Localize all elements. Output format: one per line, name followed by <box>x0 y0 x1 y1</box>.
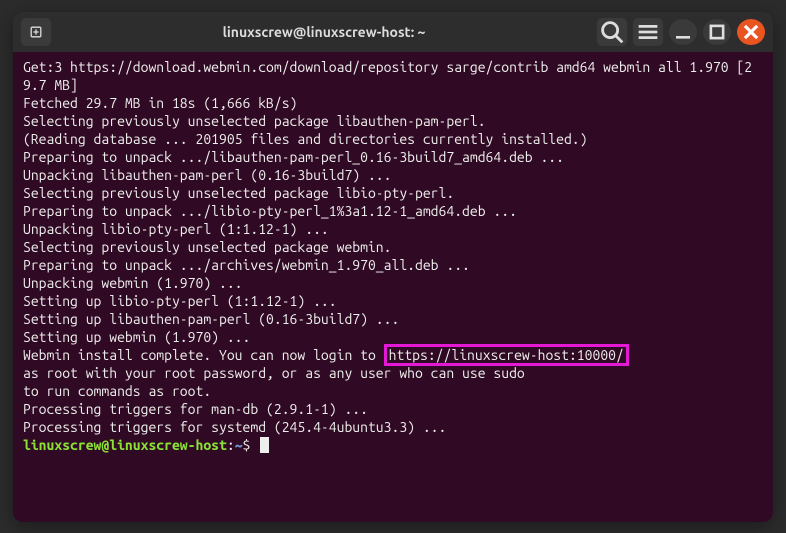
minimize-button[interactable] <box>669 19 697 45</box>
output-line: Selecting previously unselected package … <box>23 113 486 129</box>
menu-button[interactable] <box>633 18 663 46</box>
highlighted-url: https://linuxscrew-host:10000/ <box>384 344 629 366</box>
cursor <box>260 437 269 453</box>
window-title: linuxscrew@linuxscrew-host: ~ <box>59 24 589 40</box>
output-line: Fetched 29.7 MB in 18s (1,666 kB/s) <box>23 95 297 111</box>
titlebar: linuxscrew@linuxscrew-host: ~ <box>13 12 773 52</box>
output-line: to run commands as root. <box>23 383 211 399</box>
maximize-button[interactable] <box>703 19 731 45</box>
output-line: Get:3 https://download.webmin.com/downlo… <box>23 59 752 93</box>
output-line: (Reading database ... 201905 files and d… <box>23 131 587 147</box>
output-line: Selecting previously unselected package … <box>23 239 391 255</box>
prompt-userhost: linuxscrew@linuxscrew-host <box>23 437 227 453</box>
output-line: Preparing to unpack .../archives/webmin_… <box>23 257 470 273</box>
output-line: Preparing to unpack .../libio-pty-perl_1… <box>23 203 517 219</box>
output-line: Unpacking libauthen-pam-perl (0.16-3buil… <box>23 167 391 183</box>
output-line: Setting up libauthen-pam-perl (0.16-3bui… <box>23 311 399 327</box>
output-line: Setting up webmin (1.970) ... <box>23 329 250 345</box>
prompt-sep: : <box>227 437 235 453</box>
output-line: Selecting previously unselected package … <box>23 185 454 201</box>
terminal-window: linuxscrew@linuxscrew-host: ~ Get:3 http… <box>13 12 773 522</box>
terminal-body[interactable]: Get:3 https://download.webmin.com/downlo… <box>13 52 773 522</box>
output-line: Unpacking libio-pty-perl (1:1.12-1) ... <box>23 221 329 237</box>
output-line: as root with your root password, or as a… <box>23 365 525 381</box>
close-button[interactable] <box>737 19 765 45</box>
output-line: Preparing to unpack .../libauthen-pam-pe… <box>23 149 564 165</box>
prompt-symbol: $ <box>243 437 251 453</box>
titlebar-right <box>597 18 765 46</box>
new-tab-button[interactable] <box>21 18 51 46</box>
prompt-path: ~ <box>235 437 243 453</box>
output-line: Processing triggers for systemd (245.4-4… <box>23 419 446 435</box>
search-button[interactable] <box>597 18 627 46</box>
output-line: Processing triggers for man-db (2.9.1-1)… <box>23 401 368 417</box>
output-line: Unpacking webmin (1.970) ... <box>23 275 243 291</box>
output-line: Setting up libio-pty-perl (1:1.12-1) ... <box>23 293 337 309</box>
titlebar-left <box>21 18 51 46</box>
output-line: Webmin install complete. You can now log… <box>23 347 384 363</box>
